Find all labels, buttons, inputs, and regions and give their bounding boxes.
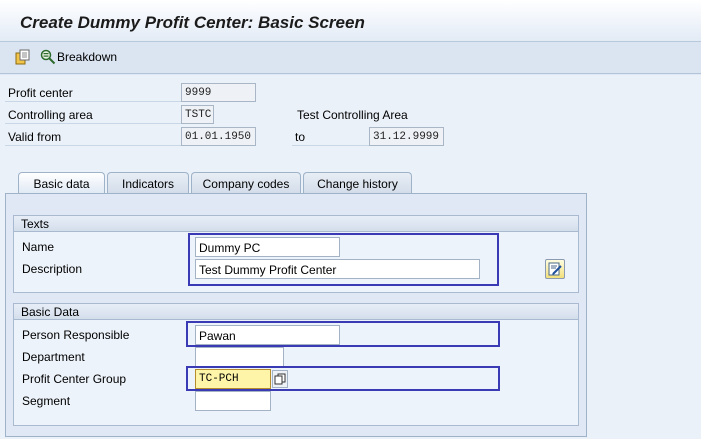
person-responsible-label: Person Responsible: [22, 328, 130, 342]
profit-center-field: 9999: [181, 83, 256, 102]
texts-highlight-box: [188, 233, 499, 286]
person-responsible-highlight-box: [186, 321, 500, 347]
segment-input[interactable]: [195, 391, 271, 411]
page-title: Create Dummy Profit Center: Basic Screen: [20, 13, 365, 32]
profit-center-label: Profit center: [5, 83, 181, 102]
breakdown-button[interactable]: Breakdown: [57, 50, 117, 64]
edit-text-button[interactable]: [545, 259, 565, 279]
department-input[interactable]: [195, 347, 284, 367]
document-icon[interactable]: [15, 49, 31, 65]
tab-company-codes[interactable]: Company codes: [191, 172, 301, 193]
tab-basic-data[interactable]: Basic data: [18, 172, 105, 194]
tab-change-history[interactable]: Change history: [303, 172, 412, 193]
controlling-area-label: Controlling area: [5, 105, 181, 124]
breakdown-icon[interactable]: [40, 49, 56, 65]
valid-to-label: to: [292, 127, 369, 146]
valid-to-field: 31.12.9999: [369, 127, 444, 146]
valid-from-field: 01.01.1950: [181, 127, 256, 146]
segment-label: Segment: [22, 394, 71, 408]
profit-center-group-highlight-box: [186, 366, 500, 391]
texts-group-title: Texts: [14, 216, 578, 232]
name-label: Name: [22, 240, 55, 254]
edit-icon: [548, 262, 562, 276]
basic-data-group-title: Basic Data: [14, 304, 578, 320]
tab-indicators[interactable]: Indicators: [107, 172, 189, 193]
controlling-area-field: TSTC: [181, 105, 214, 124]
description-label: Description: [22, 262, 83, 276]
controlling-area-description: Test Controlling Area: [297, 108, 408, 122]
profit-center-group-label: Profit Center Group: [22, 372, 127, 386]
department-label: Department: [22, 350, 85, 364]
valid-from-label: Valid from: [5, 127, 181, 146]
